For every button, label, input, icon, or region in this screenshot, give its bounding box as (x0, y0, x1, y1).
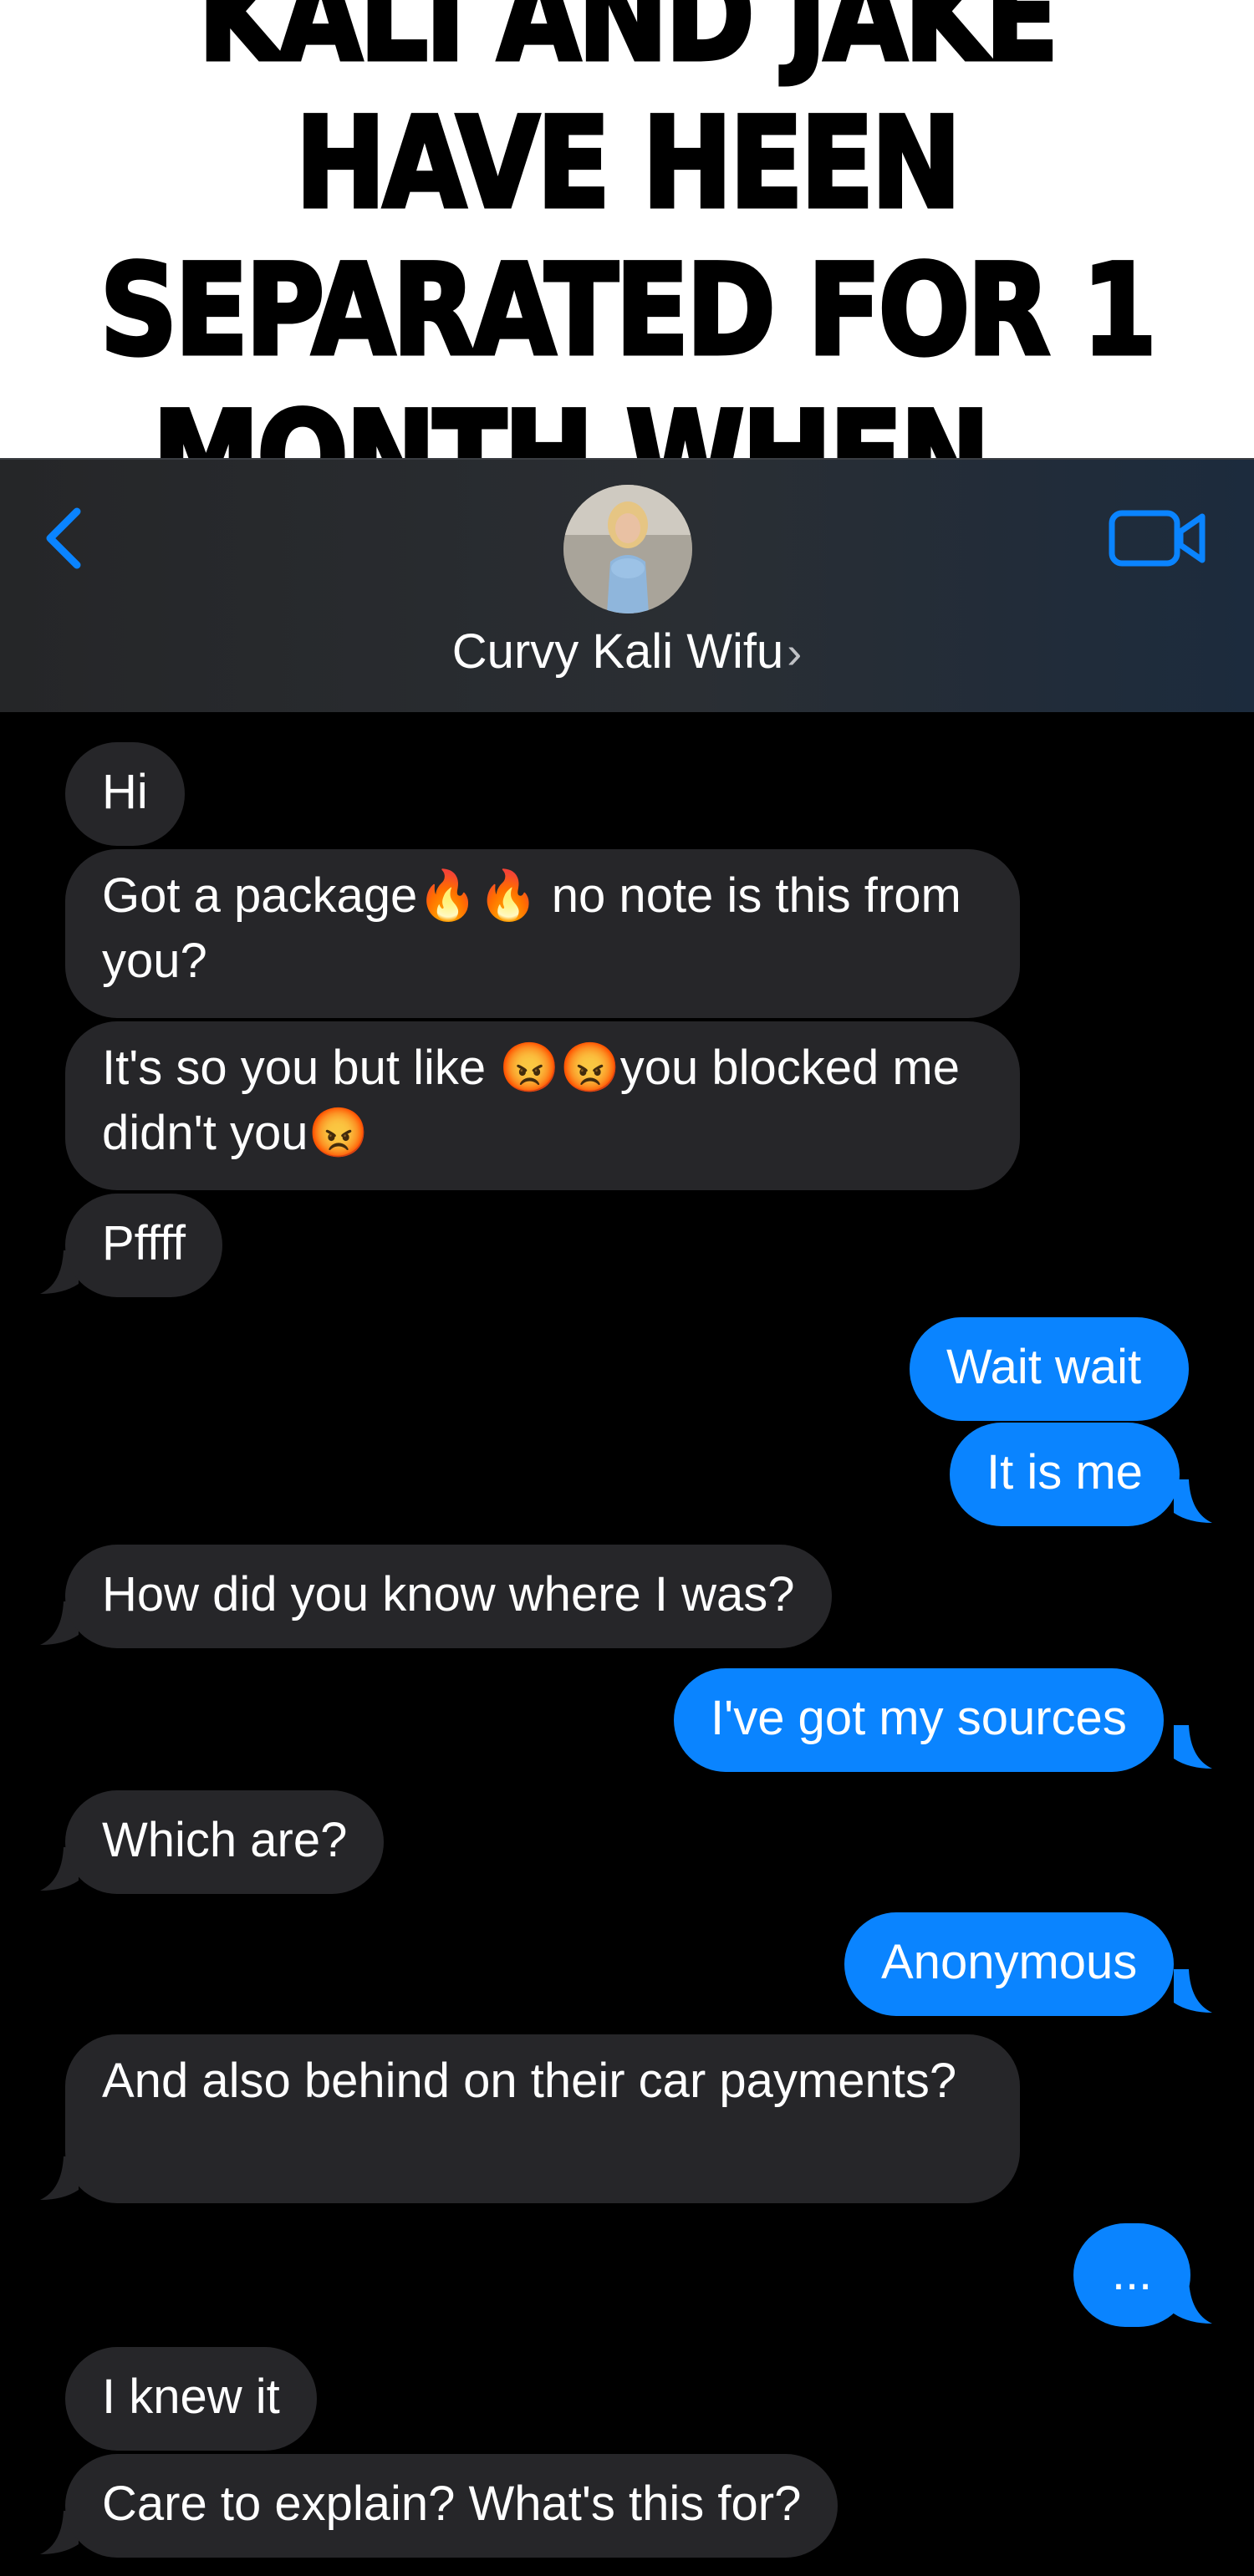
received-message[interactable]: Pffff (65, 1194, 222, 1297)
message-text: It's so you but like 😡😡you blocked me di… (102, 1041, 960, 1160)
meme-caption: KALi AND JAKE HAVE HEEN SEPARATED FOR 1 … (0, 0, 1254, 533)
received-message[interactable]: How did you know where I was? (65, 1545, 832, 1648)
message-text: Care to explain? What's this for? (102, 2477, 802, 2531)
chevron-left-icon[interactable] (40, 505, 90, 572)
sent-message[interactable]: I've got my sources (674, 1668, 1164, 1772)
message-text: Hi (102, 765, 148, 819)
received-message[interactable]: And also behind on their car payments? (65, 2034, 1020, 2203)
caption-text: KALi AND JAKE HAVE HEEN SEPARATED FOR 1 … (98, 0, 1159, 533)
avatar-image (563, 485, 692, 613)
bubble-tail (1174, 1969, 1212, 2013)
message-text: And also behind on their car payments? (102, 2054, 957, 2108)
bubble-tail (1174, 1479, 1212, 1523)
bubble-tail (1174, 1725, 1212, 1769)
video-camera-icon[interactable] (1109, 505, 1207, 572)
message-text: Got a package🔥🔥 no note is this from you… (102, 868, 961, 988)
message-text: Pffff (102, 1216, 186, 1270)
message-text: I've got my sources (711, 1691, 1127, 1745)
sent-message[interactable]: ... (1073, 2223, 1190, 2327)
received-message[interactable]: Care to explain? What's this for? (65, 2454, 839, 2558)
contact-name[interactable]: Curvy Kali Wifu› (0, 619, 1254, 686)
message-text: Anonymous (881, 1935, 1138, 1989)
conversation-header: Curvy Kali Wifu› (0, 458, 1254, 712)
message-text: It is me (986, 1445, 1143, 1499)
contact-name-label: Curvy Kali Wifu (451, 624, 784, 679)
message-text: Wait wait (946, 1340, 1142, 1394)
message-text: Which are? (102, 1813, 348, 1867)
message-text: How did you know where I was? (102, 1567, 795, 1621)
received-message[interactable]: It's so you but like 😡😡you blocked me di… (65, 1021, 1020, 1190)
received-message[interactable]: Got a package🔥🔥 no note is this from you… (65, 849, 1020, 1018)
sent-message[interactable]: It is me (950, 1423, 1180, 1526)
received-message[interactable]: I knew it (65, 2347, 317, 2451)
chevron-right-icon: › (787, 628, 803, 678)
received-message[interactable]: Hi (65, 742, 185, 846)
sent-message[interactable]: Wait wait (910, 1317, 1189, 1421)
message-text: ... (1111, 2246, 1153, 2300)
sent-message[interactable]: Anonymous (844, 1912, 1175, 2016)
received-message[interactable]: Which are? (65, 1790, 385, 1894)
message-text: I knew it (102, 2370, 280, 2424)
contact-avatar[interactable] (563, 485, 692, 613)
